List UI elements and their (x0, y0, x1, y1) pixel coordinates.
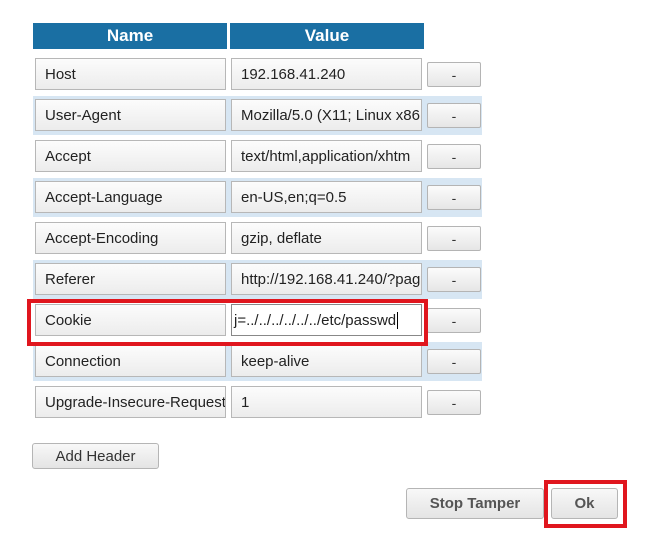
header-row-cookie: Cookie j=../../../../../../etc/passwd - (33, 301, 482, 340)
header-name-field[interactable]: Accept-Encoding (35, 222, 226, 254)
column-header-name: Name (33, 23, 227, 49)
header-value-field[interactable]: gzip, deflate (231, 222, 422, 254)
column-header-value: Value (230, 23, 424, 49)
remove-header-button[interactable]: - (427, 267, 481, 292)
remove-header-button[interactable]: - (427, 144, 481, 169)
ok-button[interactable]: Ok (551, 488, 618, 519)
header-row-accept: Accept text/html,application/xhtm - (33, 137, 482, 176)
header-value-field[interactable]: text/html,application/xhtm (231, 140, 422, 172)
remove-header-button[interactable]: - (427, 390, 481, 415)
remove-header-button[interactable]: - (427, 308, 481, 333)
remove-header-button[interactable]: - (427, 349, 481, 374)
header-name-field[interactable]: Host (35, 58, 226, 90)
remove-header-button[interactable]: - (427, 226, 481, 251)
header-name-field[interactable]: Cookie (35, 304, 226, 336)
header-row-upgrade-insecure-requests: Upgrade-Insecure-Request 1 - (33, 383, 482, 422)
stop-tamper-button[interactable]: Stop Tamper (406, 488, 544, 519)
header-value-field[interactable]: keep-alive (231, 345, 422, 377)
cookie-value-text: j=../../../../../../etc/passwd (234, 311, 399, 329)
header-row-user-agent: User-Agent Mozilla/5.0 (X11; Linux x86 - (33, 96, 482, 135)
header-row-connection: Connection keep-alive - (33, 342, 482, 381)
remove-header-button[interactable]: - (427, 103, 481, 128)
header-row-accept-language: Accept-Language en-US,en;q=0.5 - (33, 178, 482, 217)
add-header-button[interactable]: Add Header (32, 443, 159, 469)
header-value-field[interactable]: 192.168.41.240 (231, 58, 422, 90)
header-name-field[interactable]: User-Agent (35, 99, 226, 131)
remove-header-button[interactable]: - (427, 62, 481, 87)
header-value-field[interactable]: http://192.168.41.240/?pag (231, 263, 422, 295)
header-row-accept-encoding: Accept-Encoding gzip, deflate - (33, 219, 482, 258)
header-name-field[interactable]: Upgrade-Insecure-Request (35, 386, 226, 418)
remove-header-button[interactable]: - (427, 185, 481, 210)
header-value-field[interactable]: Mozilla/5.0 (X11; Linux x86 (231, 99, 422, 131)
header-name-field[interactable]: Accept (35, 140, 226, 172)
header-value-field[interactable]: 1 (231, 386, 422, 418)
header-row-referer: Referer http://192.168.41.240/?pag - (33, 260, 482, 299)
header-name-field[interactable]: Accept-Language (35, 181, 226, 213)
header-value-field[interactable]: en-US,en;q=0.5 (231, 181, 422, 213)
header-value-field-editing[interactable]: j=../../../../../../etc/passwd (231, 304, 422, 336)
header-row-host: Host 192.168.41.240 - (33, 55, 482, 94)
header-name-field[interactable]: Connection (35, 345, 226, 377)
header-name-field[interactable]: Referer (35, 263, 226, 295)
